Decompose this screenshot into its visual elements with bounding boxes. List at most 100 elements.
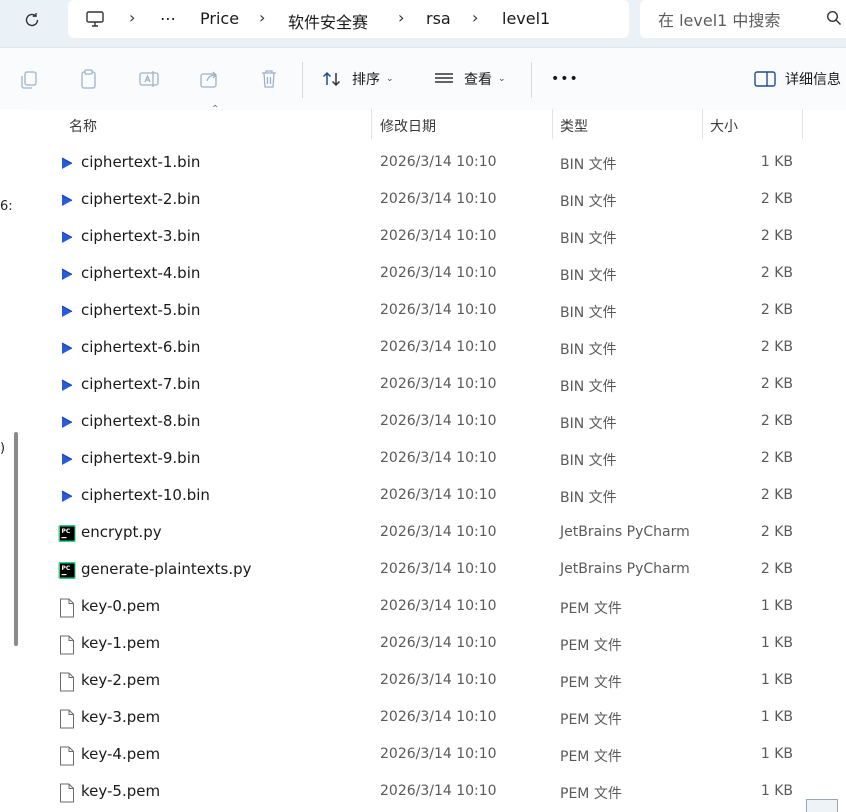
file-row[interactable]: ciphertext-4.bin 2026/3/14 10:10 BIN 文件 2 K… bbox=[50, 256, 806, 293]
breadcrumb-item-rsa[interactable]: rsa bbox=[426, 9, 451, 28]
file-size: 2 KB bbox=[760, 302, 793, 318]
file-modified-date: 2026/3/14 10:10 bbox=[380, 487, 497, 503]
file-row[interactable]: ciphertext-6.bin 2026/3/14 10:10 BIN 文件 2 K… bbox=[50, 330, 806, 367]
pycharm-file-icon: PC bbox=[58, 561, 76, 581]
search-icon[interactable] bbox=[826, 10, 842, 26]
file-row[interactable]: ciphertext-2.bin 2026/3/14 10:10 BIN 文件 2 K… bbox=[50, 182, 806, 219]
file-modified-date: 2026/3/14 10:10 bbox=[380, 302, 497, 318]
view-toggle-button[interactable] bbox=[806, 799, 838, 812]
file-name: ciphertext-4.bin bbox=[81, 264, 201, 282]
file-type: PEM 文件 bbox=[560, 601, 622, 617]
file-size: 1 KB bbox=[760, 635, 793, 651]
file-row[interactable]: ciphertext-3.bin 2026/3/14 10:10 BIN 文件 2 K… bbox=[50, 219, 806, 256]
svg-text:PC: PC bbox=[62, 528, 71, 535]
view-label: 查看 bbox=[464, 72, 492, 88]
blank-file-icon bbox=[58, 598, 76, 618]
file-modified-date: 2026/3/14 10:10 bbox=[380, 450, 497, 466]
file-row[interactable]: key-3.pem 2026/3/14 10:10 PEM 文件 1 KB bbox=[50, 700, 806, 737]
pycharm-file-icon: PC bbox=[58, 524, 76, 544]
chevron-right-icon[interactable]: › bbox=[398, 8, 404, 27]
clipped-nav-text: ) bbox=[0, 441, 6, 456]
file-name: key-3.pem bbox=[81, 708, 161, 726]
column-divider[interactable] bbox=[802, 109, 803, 139]
file-type: BIN 文件 bbox=[560, 490, 617, 506]
bin-file-icon bbox=[58, 376, 76, 396]
file-row[interactable]: PC encrypt.py 2026/3/14 10:10 JetBrains PyC… bbox=[50, 515, 806, 552]
search-input[interactable] bbox=[656, 8, 820, 32]
breadcrumb-item-level1[interactable]: level1 bbox=[502, 9, 550, 28]
sort-button[interactable]: 排序 ⌄ bbox=[322, 66, 394, 92]
file-name: ciphertext-9.bin bbox=[81, 449, 201, 467]
column-divider[interactable] bbox=[702, 109, 703, 139]
column-divider[interactable] bbox=[552, 109, 553, 139]
file-row[interactable]: ciphertext-9.bin 2026/3/14 10:10 BIN 文件 2 K… bbox=[50, 441, 806, 478]
file-row[interactable]: key-1.pem 2026/3/14 10:10 PEM 文件 1 KB bbox=[50, 626, 806, 663]
column-header-date[interactable]: 修改日期 bbox=[380, 116, 436, 136]
column-divider[interactable] bbox=[371, 109, 372, 139]
file-modified-date: 2026/3/14 10:10 bbox=[380, 783, 497, 799]
file-size: 1 KB bbox=[760, 709, 793, 725]
breadcrumb-item-price[interactable]: Price bbox=[200, 9, 239, 28]
file-row[interactable]: key-4.pem 2026/3/14 10:10 PEM 文件 1 KB bbox=[50, 737, 806, 774]
file-type: BIN 文件 bbox=[560, 231, 617, 247]
file-row[interactable]: ciphertext-7.bin 2026/3/14 10:10 BIN 文件 2 K… bbox=[50, 367, 806, 404]
file-name: key-2.pem bbox=[81, 671, 161, 689]
file-modified-date: 2026/3/14 10:10 bbox=[380, 561, 497, 577]
chevron-down-icon: ⌄ bbox=[498, 74, 506, 84]
file-size: 2 KB bbox=[760, 191, 793, 207]
delete-icon[interactable] bbox=[258, 68, 280, 90]
chevron-right-icon[interactable]: › bbox=[259, 8, 265, 27]
file-size: 1 KB bbox=[760, 783, 793, 799]
column-header-type[interactable]: 类型 bbox=[560, 116, 588, 136]
clipped-nav-text: 6: bbox=[0, 199, 13, 214]
refresh-button[interactable] bbox=[18, 8, 46, 32]
chevron-right-icon[interactable]: › bbox=[129, 8, 135, 27]
view-button[interactable]: 查看 ⌄ bbox=[434, 66, 506, 92]
file-type: PEM 文件 bbox=[560, 712, 622, 728]
chevron-down-icon: ⌄ bbox=[386, 74, 394, 84]
breadcrumb[interactable]: › ⋯ Price › 软件安全赛 › rsa › level1 bbox=[68, 0, 629, 38]
details-pane-button[interactable]: 详细信息 bbox=[754, 66, 841, 92]
breadcrumb-item-software-security[interactable]: 软件安全赛 bbox=[288, 9, 368, 33]
sort-icon bbox=[322, 71, 341, 87]
file-row[interactable]: ciphertext-10.bin 2026/3/14 10:10 BIN 文件 2 … bbox=[50, 478, 806, 515]
column-header-name[interactable]: 名称 bbox=[69, 116, 97, 136]
computer-icon[interactable] bbox=[85, 9, 105, 29]
file-name: ciphertext-7.bin bbox=[81, 375, 201, 393]
file-name: ciphertext-6.bin bbox=[81, 338, 201, 356]
file-row[interactable]: ciphertext-8.bin 2026/3/14 10:10 BIN 文件 2 K… bbox=[50, 404, 806, 441]
blank-file-icon bbox=[58, 746, 76, 766]
column-header-size[interactable]: 大小 bbox=[710, 116, 738, 136]
bin-file-icon bbox=[58, 191, 76, 211]
file-type: BIN 文件 bbox=[560, 379, 617, 395]
file-size: 2 KB bbox=[760, 450, 793, 466]
more-options-button[interactable]: ••• bbox=[551, 66, 579, 92]
file-name: ciphertext-8.bin bbox=[81, 412, 201, 430]
copy-icon[interactable] bbox=[18, 68, 40, 90]
share-icon[interactable] bbox=[198, 68, 220, 90]
file-name: encrypt.py bbox=[81, 523, 162, 541]
file-size: 2 KB bbox=[760, 413, 793, 429]
breadcrumb-overflow[interactable]: ⋯ bbox=[160, 9, 176, 28]
blank-file-icon bbox=[58, 635, 76, 655]
file-modified-date: 2026/3/14 10:10 bbox=[380, 635, 497, 651]
sort-ascending-icon: ⌃ bbox=[211, 104, 220, 115]
file-row[interactable]: key-5.pem 2026/3/14 10:10 PEM 文件 1 KB bbox=[50, 774, 806, 811]
address-bar-area: › ⋯ Price › 软件安全赛 › rsa › level1 bbox=[0, 0, 846, 47]
file-row[interactable]: ciphertext-5.bin 2026/3/14 10:10 BIN 文件 2 K… bbox=[50, 293, 806, 330]
toolbar-divider bbox=[302, 62, 303, 98]
details-label: 详细信息 bbox=[785, 72, 841, 88]
details-pane-icon bbox=[754, 71, 776, 87]
file-row[interactable]: PC generate-plaintexts.py 2026/3/14 10:10 J… bbox=[50, 552, 806, 589]
file-modified-date: 2026/3/14 10:10 bbox=[380, 191, 497, 207]
rename-icon[interactable] bbox=[138, 68, 160, 90]
bin-file-icon bbox=[58, 413, 76, 433]
search-box[interactable] bbox=[640, 0, 846, 38]
file-row[interactable]: key-2.pem 2026/3/14 10:10 PEM 文件 1 KB bbox=[50, 663, 806, 700]
paste-icon[interactable] bbox=[78, 68, 100, 90]
chevron-right-icon[interactable]: › bbox=[472, 8, 478, 27]
svg-text:PC: PC bbox=[62, 565, 71, 572]
file-row[interactable]: ciphertext-1.bin 2026/3/14 10:10 BIN 文件 1 K… bbox=[50, 145, 806, 182]
nav-scrollbar[interactable] bbox=[14, 432, 18, 646]
file-row[interactable]: key-0.pem 2026/3/14 10:10 PEM 文件 1 KB bbox=[50, 589, 806, 626]
